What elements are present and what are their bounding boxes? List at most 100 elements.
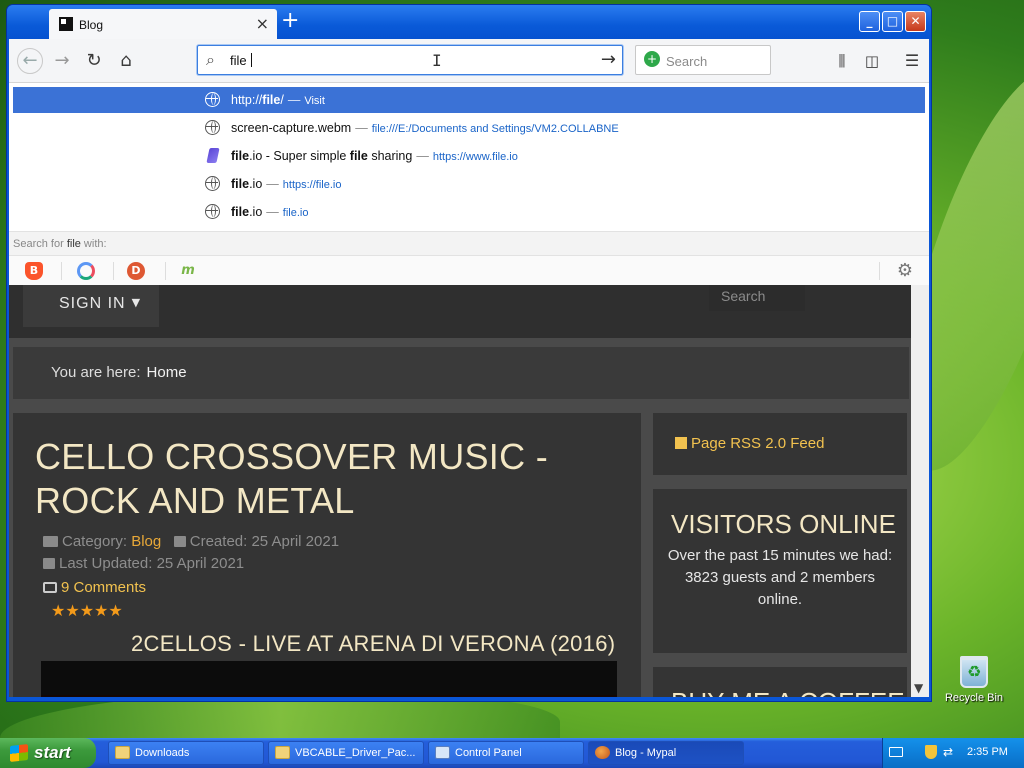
new-tab-button[interactable]: + xyxy=(281,8,299,33)
tab-blog[interactable]: Blog × xyxy=(49,9,277,39)
calendar-icon xyxy=(173,536,186,547)
url-input[interactable]: file xyxy=(230,53,253,68)
library-icon[interactable]: ⫼ xyxy=(831,50,853,72)
taskbar-button[interactable]: Downloads xyxy=(108,741,264,765)
duckduckgo-icon[interactable]: D xyxy=(127,262,145,280)
search-icon: ⌕ xyxy=(206,50,215,69)
suggestion-item[interactable]: file.io — https://file.io xyxy=(13,171,925,197)
separator: — xyxy=(416,149,429,163)
forward-button[interactable]: → xyxy=(51,50,73,72)
separator: — xyxy=(287,93,301,107)
separator: — xyxy=(355,121,368,135)
recycle-bin-label: Recycle Bin xyxy=(944,692,1004,704)
tab-bar: Blog × + _ □ ✕ xyxy=(7,5,931,39)
category-link[interactable]: Blog xyxy=(131,533,161,550)
url-input-text: file xyxy=(230,53,251,68)
home-button[interactable]: ⌂ xyxy=(115,50,137,72)
suggestion-text: / xyxy=(280,93,284,107)
suggestion-text: http:// xyxy=(231,93,263,107)
comments-link[interactable]: 9 Comments xyxy=(43,579,146,596)
visitors-text: Over the past 15 minutes we had: 3823 gu… xyxy=(667,547,893,608)
mypal-icon xyxy=(595,746,610,759)
globe-icon xyxy=(205,176,220,191)
search-with-term: file xyxy=(66,238,81,250)
go-arrow-button[interactable]: → xyxy=(601,49,616,70)
calendar-icon xyxy=(43,558,55,569)
video-embed[interactable] xyxy=(41,661,617,697)
taskbar-label: Downloads xyxy=(135,747,190,759)
comment-icon xyxy=(43,582,57,593)
qwant-icon[interactable] xyxy=(77,262,95,280)
menu-icon[interactable]: ☰ xyxy=(901,50,923,72)
suggestion-url: file.io xyxy=(282,207,309,219)
folder-icon xyxy=(43,536,58,547)
taskbar-button-active[interactable]: Blog - Mypal xyxy=(588,741,744,765)
scroll-down-icon[interactable]: ▼ xyxy=(914,681,923,695)
article-updated: Last Updated: 25 April 2021 xyxy=(43,555,244,572)
category-label: Category: xyxy=(62,533,128,550)
tab-close-icon[interactable]: × xyxy=(256,14,269,33)
search-box[interactable]: + Search xyxy=(635,45,771,75)
taskbar-button[interactable]: VBCABLE_Driver_Pac... xyxy=(268,741,424,765)
suggestion-url: https://file.io xyxy=(282,179,342,191)
suggestion-action: Visit xyxy=(304,95,325,107)
created-date: Created: 25 April 2021 xyxy=(189,533,340,550)
mojeek-icon[interactable]: m xyxy=(179,262,197,280)
url-bar[interactable]: ⌕ file I → xyxy=(197,45,623,75)
tab-title: Blog xyxy=(79,18,104,32)
suggestion-item[interactable]: http://file/— Visit xyxy=(13,87,925,113)
gear-icon[interactable]: ⚙ xyxy=(897,260,913,281)
maximize-button[interactable]: □ xyxy=(882,11,903,32)
suggestion-url: https://www.file.io xyxy=(432,151,518,163)
back-button[interactable]: ← xyxy=(17,48,43,74)
suggestion-item[interactable]: screen-capture.webm — file:///E:/Documents… xyxy=(13,115,925,141)
security-shield-icon[interactable] xyxy=(925,745,937,759)
search-with-text: with: xyxy=(80,238,107,250)
divider xyxy=(61,262,62,280)
globe-icon xyxy=(205,204,220,219)
article-title: CELLO CROSSOVER MUSIC - ROCK AND METAL xyxy=(35,436,548,521)
browser-window: Blog × + _ □ ✕ ← → ↻ ⌂ ⌕ file I → + Sear… xyxy=(6,4,932,702)
recycle-bin[interactable]: Recycle Bin xyxy=(944,656,1004,704)
suggestion-match: file xyxy=(262,93,281,107)
sign-in-button[interactable]: SIGN IN ▼ xyxy=(23,281,159,327)
comments-label: 9 Comments xyxy=(61,579,147,596)
system-tray: ⇄ 2:35 PM xyxy=(882,738,1024,768)
brave-icon[interactable]: B xyxy=(25,262,43,280)
taskbar: start Downloads VBCABLE_Driver_Pac... Co… xyxy=(0,738,1024,768)
recycle-bin-icon xyxy=(960,656,988,688)
start-button[interactable]: start xyxy=(0,738,96,768)
suggestion-text: .io xyxy=(249,205,263,219)
close-button[interactable]: ✕ xyxy=(905,11,926,32)
url-autocomplete-popup: http://file/— Visit screen-capture.webm — f… xyxy=(9,83,929,285)
visitors-title: VISITORS ONLINE xyxy=(671,509,896,539)
suggestion-url: file:///E:/Documents and Settings/VM2.CO… xyxy=(371,123,619,135)
rss-feed-link[interactable]: Page RSS 2.0 Feed xyxy=(653,413,907,475)
rating-stars[interactable]: ★★★★★ xyxy=(51,601,123,620)
suggestion-text: screen-capture.webm xyxy=(231,121,352,135)
reload-button[interactable]: ↻ xyxy=(83,50,105,72)
suggestion-item[interactable]: file.io — file.io xyxy=(13,199,925,225)
minimize-button[interactable]: _ xyxy=(859,11,880,32)
sidebar-toggle-icon[interactable]: ◫ xyxy=(861,50,883,72)
visitors-online-module: VISITORS ONLINE Over the past 15 minutes… xyxy=(653,489,907,653)
suggestion-item[interactable]: file.io - Super simple file sharing — http… xyxy=(13,143,925,169)
coffee-title: BUY ME A COFFEE xyxy=(671,687,905,697)
taskbar-label: Control Panel xyxy=(455,747,522,759)
suggestion-text: .io xyxy=(249,177,263,191)
search-with-label: Search for file with: xyxy=(9,231,929,255)
buy-coffee-module: BUY ME A COFFEE xyxy=(653,667,907,697)
breadcrumb-home[interactable]: Home xyxy=(147,364,187,381)
search-engine-icon: + xyxy=(644,51,660,67)
globe-icon xyxy=(205,120,220,135)
folder-icon xyxy=(115,746,130,759)
breadcrumb: You are here: Home xyxy=(13,347,909,399)
divider xyxy=(879,262,880,280)
network-icon[interactable]: ⇄ xyxy=(943,745,953,759)
taskbar-button[interactable]: Control Panel xyxy=(428,741,584,765)
suggestion-match: file xyxy=(231,205,250,219)
site-search-input[interactable]: Search xyxy=(709,281,805,311)
keyboard-icon[interactable] xyxy=(889,747,903,757)
suggestion-text: .io - Super simple xyxy=(249,149,350,163)
clock[interactable]: 2:35 PM xyxy=(967,746,1008,758)
